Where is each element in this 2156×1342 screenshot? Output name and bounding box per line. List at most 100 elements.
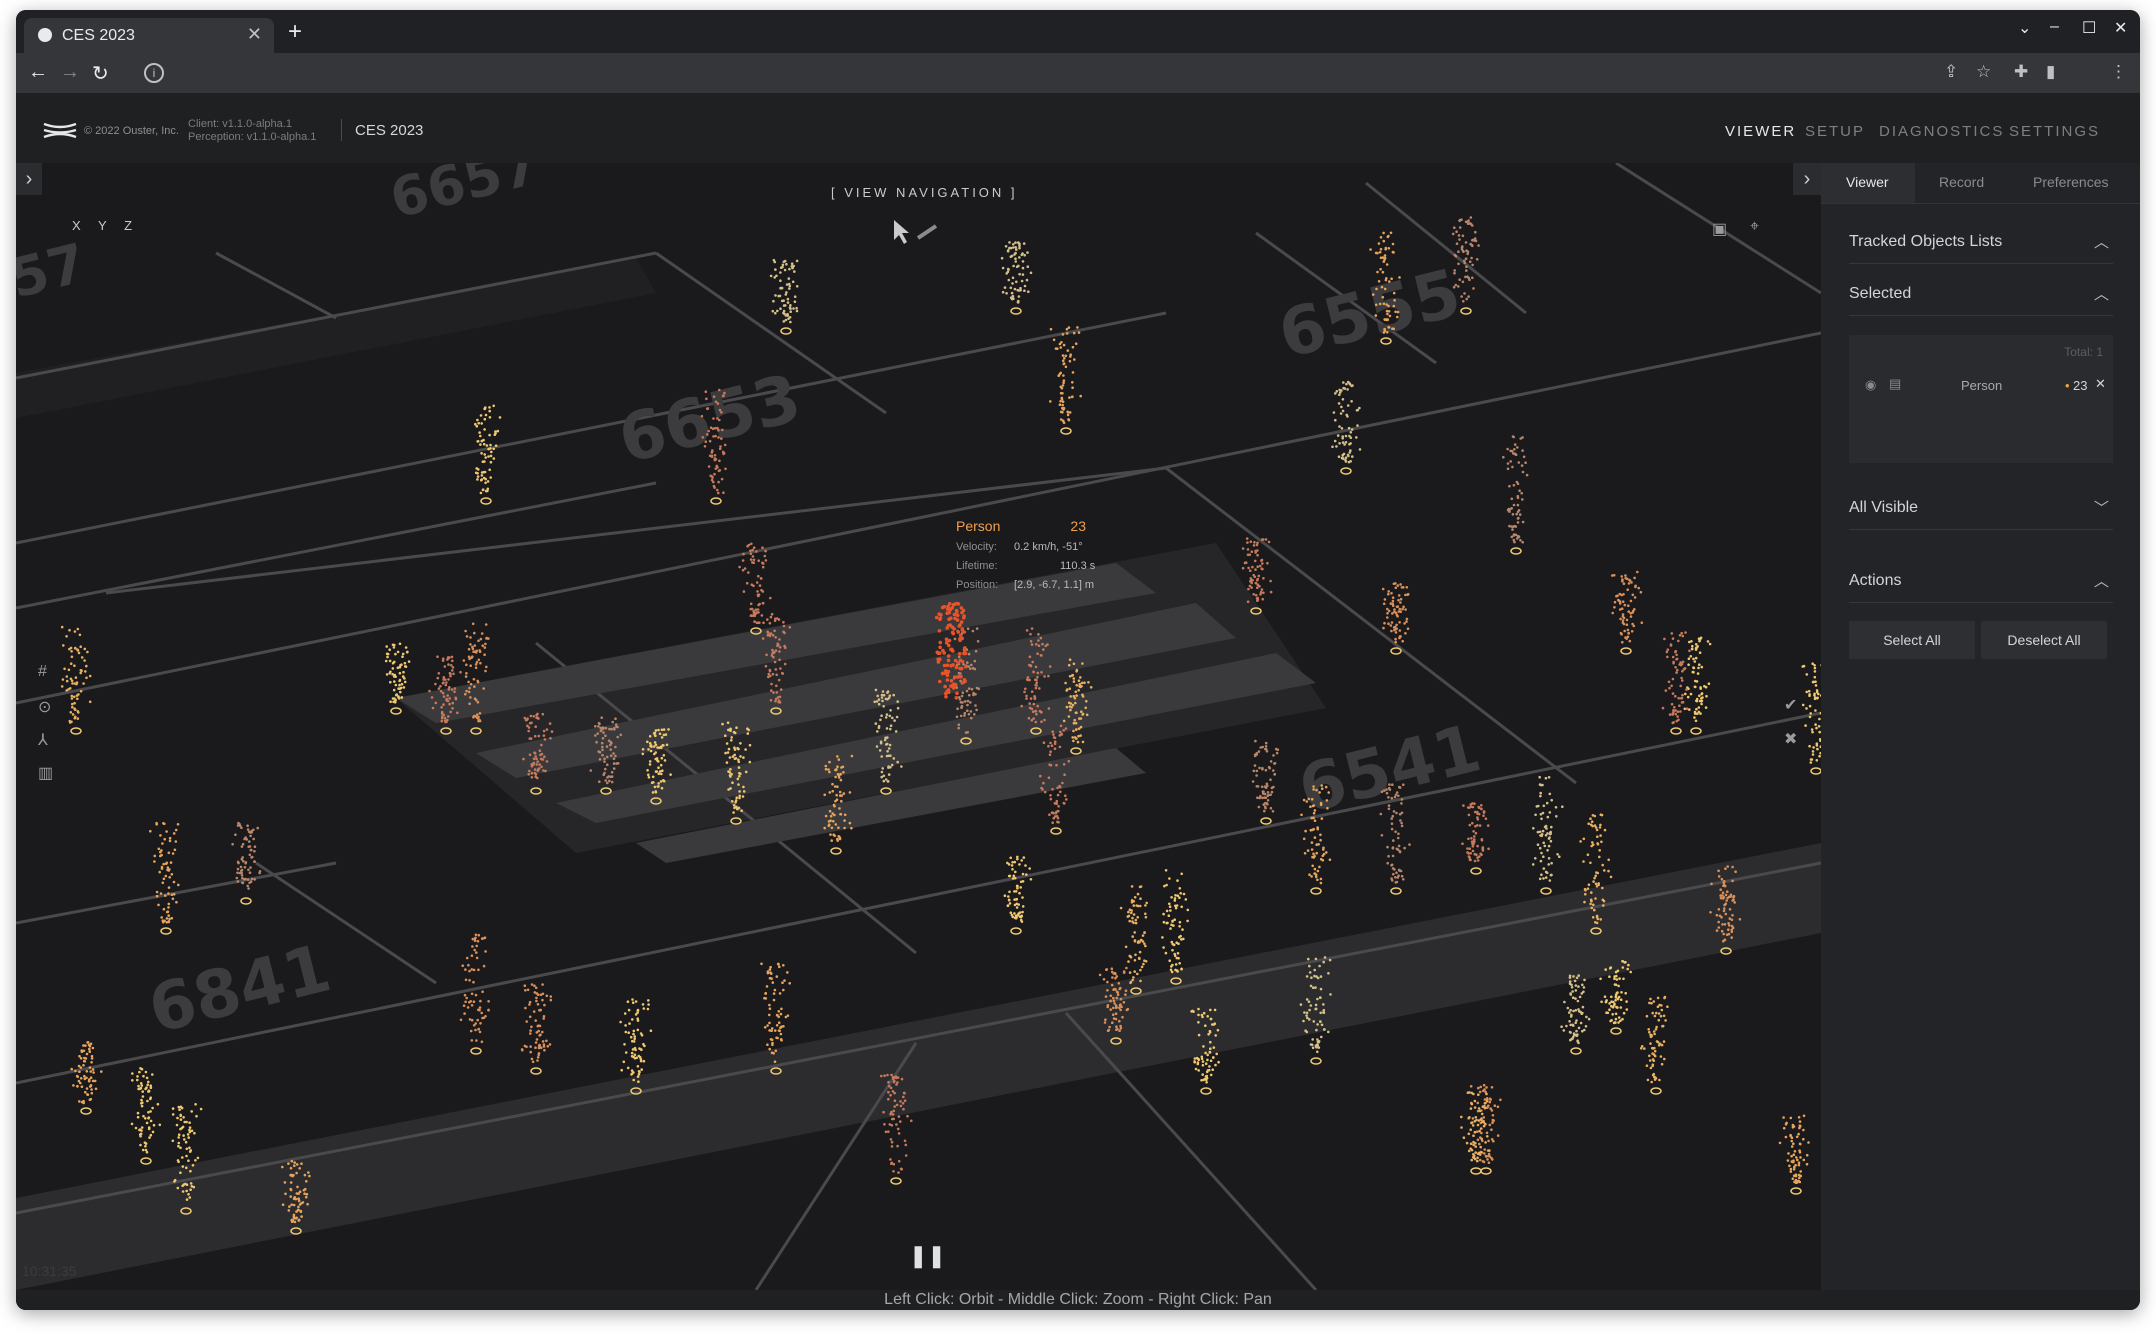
selected-list: Total: 1 ◉ ▤ Person • 23 ✕ [1849,335,2113,463]
tab-record[interactable]: Record [1939,174,1984,190]
chevron-down-icon[interactable]: ﹀ [2094,497,2109,518]
tracked-person[interactable] [70,1041,103,1115]
copyright-text: © 2022 Ouster, Inc. [84,125,179,137]
close-window-icon[interactable]: ✕ [2114,18,2127,38]
item-dot-icon: • [2065,378,2070,393]
tracked-person[interactable] [1461,802,1490,875]
browser-toolbar: ← → ↻ i ⇪ ☆ ✚ ▮ ⋮ [16,53,2140,93]
check-circle-icon[interactable]: ✔ [1784,695,1797,715]
address-bar[interactable]: i [128,57,1928,89]
tab-viewer[interactable]: Viewer [1846,174,1889,190]
selected-section[interactable]: Selected ︿ [1849,275,2113,316]
list-item[interactable]: ◉ ▤ Person • 23 ✕ [1865,375,2106,399]
tracked-person[interactable] [60,625,92,735]
pause-icon[interactable]: ❚❚ [909,1243,946,1269]
grid-toggle-icon[interactable]: # [38,663,47,681]
street-number: 6555 [1271,254,1468,373]
item-id: 23 [2073,378,2088,393]
tooltip-lifetime: Lifetime: 110.3 s [956,560,1096,572]
tracked-person[interactable] [459,933,490,1055]
maximize-icon[interactable]: ☐ [2082,18,2096,38]
tracked-person[interactable] [1683,636,1712,735]
remove-item-icon[interactable]: ✕ [2095,376,2106,392]
tracked-person[interactable] [1639,995,1669,1095]
tracked-person[interactable] [1381,582,1410,655]
side-panel-icon[interactable]: ▮ [2046,62,2055,82]
right-panel-toggle[interactable]: › [1793,163,1821,195]
street-number: 6657 [384,163,545,231]
extensions-icon[interactable]: ✚ [2014,62,2028,82]
app-header: © 2022 Ouster, Inc. Client: v1.1.0-alpha… [16,93,2140,163]
tracked-person[interactable] [520,983,553,1075]
tab-strip: CES 2023 ✕ + ⌄ – ☐ ✕ [16,10,2140,53]
nav-diagnostics[interactable]: DIAGNOSTICS [1879,123,2004,140]
tracked-person[interactable] [1531,775,1564,895]
right-panel: Viewer Record Preferences Tracked Object… [1821,163,2140,1290]
deselect-all-button[interactable]: Deselect All [1981,621,2107,659]
tab-search-chevron-icon[interactable]: ⌄ [2018,18,2031,38]
tracked-person[interactable] [1778,1114,1810,1195]
browser-tab[interactable]: CES 2023 ✕ [24,18,274,53]
back-icon[interactable]: ← [28,61,48,84]
client-version: Client: v1.1.0-alpha.1 [188,118,292,130]
tooltip-velocity: Velocity: 0.2 km/h, -51° [956,541,1083,553]
chevron-up-icon[interactable]: ︿ [2094,231,2109,252]
all-visible-section[interactable]: All Visible ﹀ [1849,489,2113,530]
reload-icon[interactable]: ↻ [92,61,109,86]
tracked-person[interactable] [1003,855,1033,935]
comment-icon[interactable]: ▤ [1889,376,1901,392]
all-visible-title: All Visible [1849,499,1919,516]
eye-icon[interactable]: ◉ [1865,377,1876,393]
map-icon[interactable]: ▥ [38,763,53,783]
forward-icon[interactable]: → [60,61,80,84]
tracked-person[interactable] [769,258,799,335]
tracked-person[interactable] [130,1067,162,1165]
more-menu-icon[interactable]: ⋮ [2110,62,2127,82]
tracked-person[interactable] [1560,974,1591,1055]
tracked-person[interactable] [474,404,502,505]
tracked-person[interactable] [149,821,180,935]
nav-setup[interactable]: SETUP [1805,123,1865,140]
tracked-person[interactable] [1251,739,1280,825]
tracked-objects-section[interactable]: Tracked Objects Lists ︿ [1849,223,2113,264]
tracked-person[interactable] [1801,662,1821,775]
selected-total: Total: 1 [2064,345,2103,359]
tracked-person[interactable] [1610,570,1644,655]
chevron-up-icon[interactable]: ︿ [2094,570,2109,591]
tab-title: CES 2023 [62,27,135,44]
tracked-person[interactable] [1049,326,1082,435]
lidar-scene: 6657 6653 6555 6841 6541 57 [16,163,1821,1290]
tracked-person[interactable] [1161,869,1190,985]
share-icon[interactable]: ⇪ [1944,62,1958,82]
point-cloud-viewport[interactable]: 6657 6653 6555 6841 6541 57 › › [ VIEW N… [16,163,1821,1290]
left-panel-toggle[interactable]: › [16,163,42,195]
close-tab-icon[interactable]: ✕ [247,24,262,45]
nav-viewer[interactable]: VIEWER [1725,123,1796,140]
screenshot-icon[interactable]: ▣ [1712,219,1727,239]
project-name: CES 2023 [355,122,424,139]
tracked-person[interactable] [1661,631,1691,735]
tracked-person[interactable] [1502,435,1529,555]
tooltip-header: Person 23 [956,518,1126,534]
nav-settings[interactable]: SETTINGS [2009,123,2100,140]
axis-labels: X Y Z [72,218,133,233]
bookmark-star-icon[interactable]: ☆ [1976,62,1991,82]
tooltip-position: Position: [2.9, -6.7, 1.1] m [956,579,1095,591]
close-circle-icon[interactable]: ✖ [1784,729,1797,749]
navigation-cursor-icon[interactable] [888,218,968,248]
tooltip-id: 23 [1070,518,1086,534]
tab-preferences[interactable]: Preferences [2033,174,2108,190]
minimize-icon[interactable]: – [2050,18,2059,36]
panel-tabs: Viewer Record Preferences [1821,163,2140,204]
target-icon[interactable]: ⊙ [38,697,51,717]
reset-view-icon[interactable]: ⌖ [1750,218,1759,236]
site-info-icon[interactable]: i [144,63,164,83]
tracked-person[interactable] [1000,241,1033,315]
axes-toggle-icon[interactable]: ⅄ [38,730,48,750]
actions-section[interactable]: Actions ︿ [1849,562,2113,603]
select-all-button[interactable]: Select All [1849,621,1975,659]
new-tab-button[interactable]: + [288,18,302,46]
chevron-up-icon[interactable]: ︿ [2094,283,2109,304]
timestamp: 10:31:35 [22,1263,77,1279]
tracked-person[interactable] [1469,1083,1502,1175]
